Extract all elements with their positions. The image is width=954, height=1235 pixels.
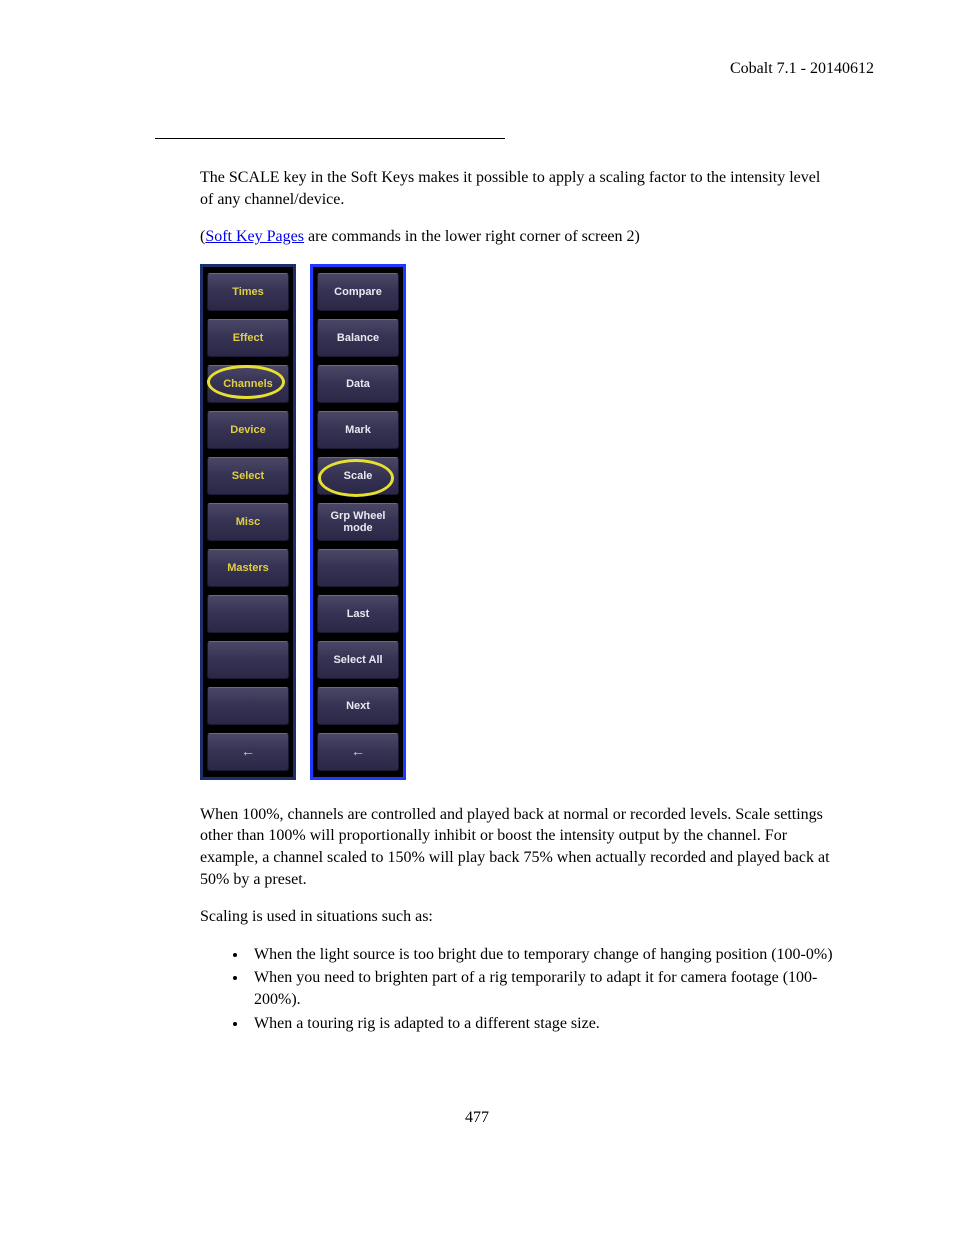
softkey-label: Grp Wheel mode	[318, 510, 398, 534]
softkey-device[interactable]: Device	[207, 411, 289, 449]
bullet-list: When the light source is too bright due …	[248, 944, 834, 1034]
softkey-scale[interactable]: Scale	[317, 457, 399, 495]
softkey-empty[interactable]	[317, 549, 399, 587]
softkey-back[interactable]: ←	[317, 733, 399, 771]
softkey-label: Balance	[335, 332, 381, 344]
softkey-empty[interactable]	[207, 641, 289, 679]
back-arrow-icon: ←	[351, 744, 365, 759]
softkey-label: Misc	[234, 516, 262, 528]
softkey-label: Masters	[225, 562, 271, 574]
softkeys-panel: Times Effect Channels Device Select Misc…	[200, 264, 834, 780]
softkey-select-all[interactable]: Select All	[317, 641, 399, 679]
softkey-label: Mark	[343, 424, 373, 436]
softkey-misc[interactable]: Misc	[207, 503, 289, 541]
softkey-label: Next	[344, 700, 372, 712]
section-rule	[155, 138, 505, 139]
back-arrow-icon: ←	[241, 744, 255, 759]
softkey-next[interactable]: Next	[317, 687, 399, 725]
softkey-effect[interactable]: Effect	[207, 319, 289, 357]
softkey-label: Select	[230, 470, 266, 482]
softkey-empty[interactable]	[207, 687, 289, 725]
softkey-masters[interactable]: Masters	[207, 549, 289, 587]
list-item: When the light source is too bright due …	[248, 944, 834, 966]
softkey-mark[interactable]: Mark	[317, 411, 399, 449]
softkey-balance[interactable]: Balance	[317, 319, 399, 357]
list-item: When a touring rig is adapted to a diffe…	[248, 1013, 834, 1035]
softkey-last[interactable]: Last	[317, 595, 399, 633]
body-paragraph-4: Scaling is used in situations such as:	[200, 906, 834, 928]
softkey-column-left: Times Effect Channels Device Select Misc…	[200, 264, 296, 780]
softkey-label: Device	[228, 424, 267, 436]
body-paragraph-3: When 100%, channels are controlled and p…	[200, 804, 834, 890]
softkey-grp-wheel-mode[interactable]: Grp Wheel mode	[317, 503, 399, 541]
softkey-channels[interactable]: Channels	[207, 365, 289, 403]
softkey-label: Select All	[331, 654, 384, 666]
list-item: When you need to brighten part of a rig …	[248, 967, 834, 1010]
softkey-label: Effect	[231, 332, 266, 344]
softkey-select[interactable]: Select	[207, 457, 289, 495]
page-number: 477	[0, 1109, 954, 1127]
softkey-back[interactable]: ←	[207, 733, 289, 771]
softkey-column-right: Compare Balance Data Mark Scale Grp Whee…	[310, 264, 406, 780]
softkey-label: Last	[345, 608, 372, 620]
softkey-label: Compare	[332, 286, 384, 298]
softkey-label: Channels	[221, 378, 275, 390]
softkey-label: Times	[230, 286, 266, 298]
softkey-empty[interactable]	[207, 595, 289, 633]
soft-key-pages-link[interactable]: Soft Key Pages	[205, 228, 304, 245]
softkey-times[interactable]: Times	[207, 273, 289, 311]
intro-paragraph-2: (Soft Key Pages are commands in the lowe…	[200, 226, 834, 248]
paren-rest: are commands in the lower right corner o…	[304, 228, 640, 245]
softkey-compare[interactable]: Compare	[317, 273, 399, 311]
header-version: Cobalt 7.1 - 20140612	[80, 60, 874, 78]
intro-paragraph-1: The SCALE key in the Soft Keys makes it …	[200, 167, 834, 210]
softkey-label: Data	[344, 378, 372, 390]
softkey-label: Scale	[342, 470, 375, 482]
softkey-data[interactable]: Data	[317, 365, 399, 403]
